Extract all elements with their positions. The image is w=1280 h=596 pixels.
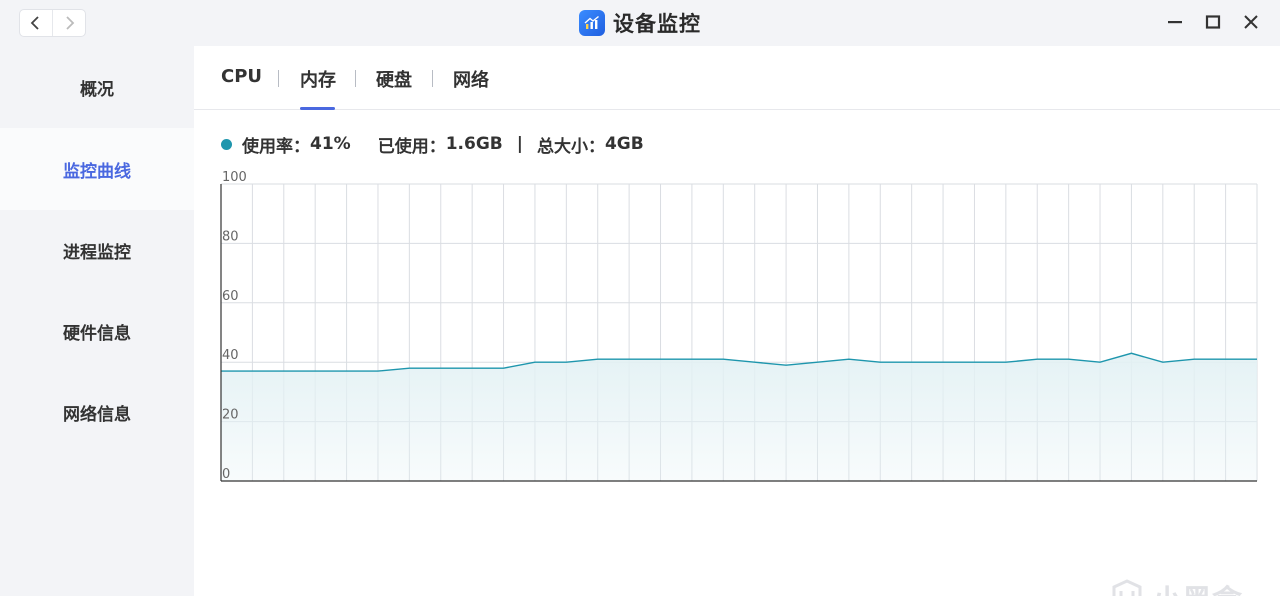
data-point: [503, 367, 505, 369]
data-point: [377, 370, 379, 372]
watermark-text: 小黑盒: [1152, 576, 1242, 596]
y-tick-label: 0: [222, 467, 230, 482]
maximize-button[interactable]: [1202, 10, 1224, 34]
data-point: [660, 358, 662, 360]
data-point: [785, 364, 787, 366]
data-point: [252, 370, 254, 372]
data-point: [942, 361, 944, 363]
data-point: [1068, 358, 1070, 360]
memory-usage-chart: 0 20 40 60 80 100: [220, 170, 1258, 482]
data-point: [974, 361, 976, 363]
data-point: [1099, 361, 1101, 363]
y-tick-label: 80: [222, 229, 239, 244]
sidebar-item-label: 监控曲线: [63, 161, 131, 182]
heybox-logo-icon: [1112, 579, 1142, 596]
window-title: 设备监控: [613, 12, 701, 36]
y-tick-label: 20: [222, 408, 239, 423]
data-point: [817, 361, 819, 363]
chevron-right-icon: [66, 16, 75, 30]
minimize-icon: [1168, 21, 1182, 24]
sidebar-item-network-info[interactable]: 网络信息: [0, 371, 194, 453]
main-panel: CPU 内存 硬盘 网络 使用率： 41% 已使用： 1.6GB | 总大小： …: [194, 46, 1280, 596]
data-point: [597, 358, 599, 360]
nav-buttons: [19, 9, 86, 37]
y-tick-label: 100: [222, 170, 247, 185]
sidebar-item-label: 概况: [80, 79, 114, 100]
series-area: [221, 353, 1257, 481]
close-button[interactable]: [1240, 10, 1262, 34]
sidebar-item-label: 硬件信息: [63, 323, 131, 344]
data-point: [1225, 358, 1227, 360]
data-point: [346, 370, 348, 372]
sidebar-item-process-monitor[interactable]: 进程监控: [0, 209, 194, 291]
data-point: [1131, 352, 1133, 354]
sidebar-item-label: 网络信息: [63, 404, 131, 425]
chevron-left-icon: [30, 16, 39, 30]
data-point: [911, 361, 913, 363]
data-point: [691, 358, 693, 360]
data-point: [1162, 361, 1164, 363]
data-point: [440, 367, 442, 369]
chart-app-icon: [579, 10, 605, 36]
data-point: [1005, 361, 1007, 363]
data-point: [1193, 358, 1195, 360]
data-point: [471, 367, 473, 369]
data-point: [879, 361, 881, 363]
minimize-button[interactable]: [1164, 10, 1186, 34]
sidebar-item-monitor-curves[interactable]: 监控曲线: [0, 128, 194, 210]
data-point: [628, 358, 630, 360]
y-tick-label: 60: [222, 289, 239, 304]
maximize-icon: [1205, 15, 1221, 29]
data-point: [283, 370, 285, 372]
data-point: [1256, 358, 1258, 360]
data-point: [314, 370, 316, 372]
data-point: [754, 361, 756, 363]
forward-button[interactable]: [52, 10, 85, 36]
back-button[interactable]: [20, 10, 52, 36]
title-bar: 设备监控: [0, 0, 1280, 46]
sidebar-item-label: 进程监控: [63, 242, 131, 263]
y-tick-label: 40: [222, 348, 239, 363]
sidebar: 概况 监控曲线 进程监控 硬件信息 网络信息: [0, 46, 194, 596]
sidebar-item-overview[interactable]: 概况: [0, 46, 194, 128]
watermark: 小黑盒: [1108, 576, 1242, 596]
data-point: [848, 358, 850, 360]
sidebar-item-hardware-info[interactable]: 硬件信息: [0, 290, 194, 372]
data-point: [723, 358, 725, 360]
data-point: [566, 361, 568, 363]
close-icon: [1244, 15, 1258, 29]
data-point: [409, 367, 411, 369]
data-point: [534, 361, 536, 363]
data-point: [1036, 358, 1038, 360]
